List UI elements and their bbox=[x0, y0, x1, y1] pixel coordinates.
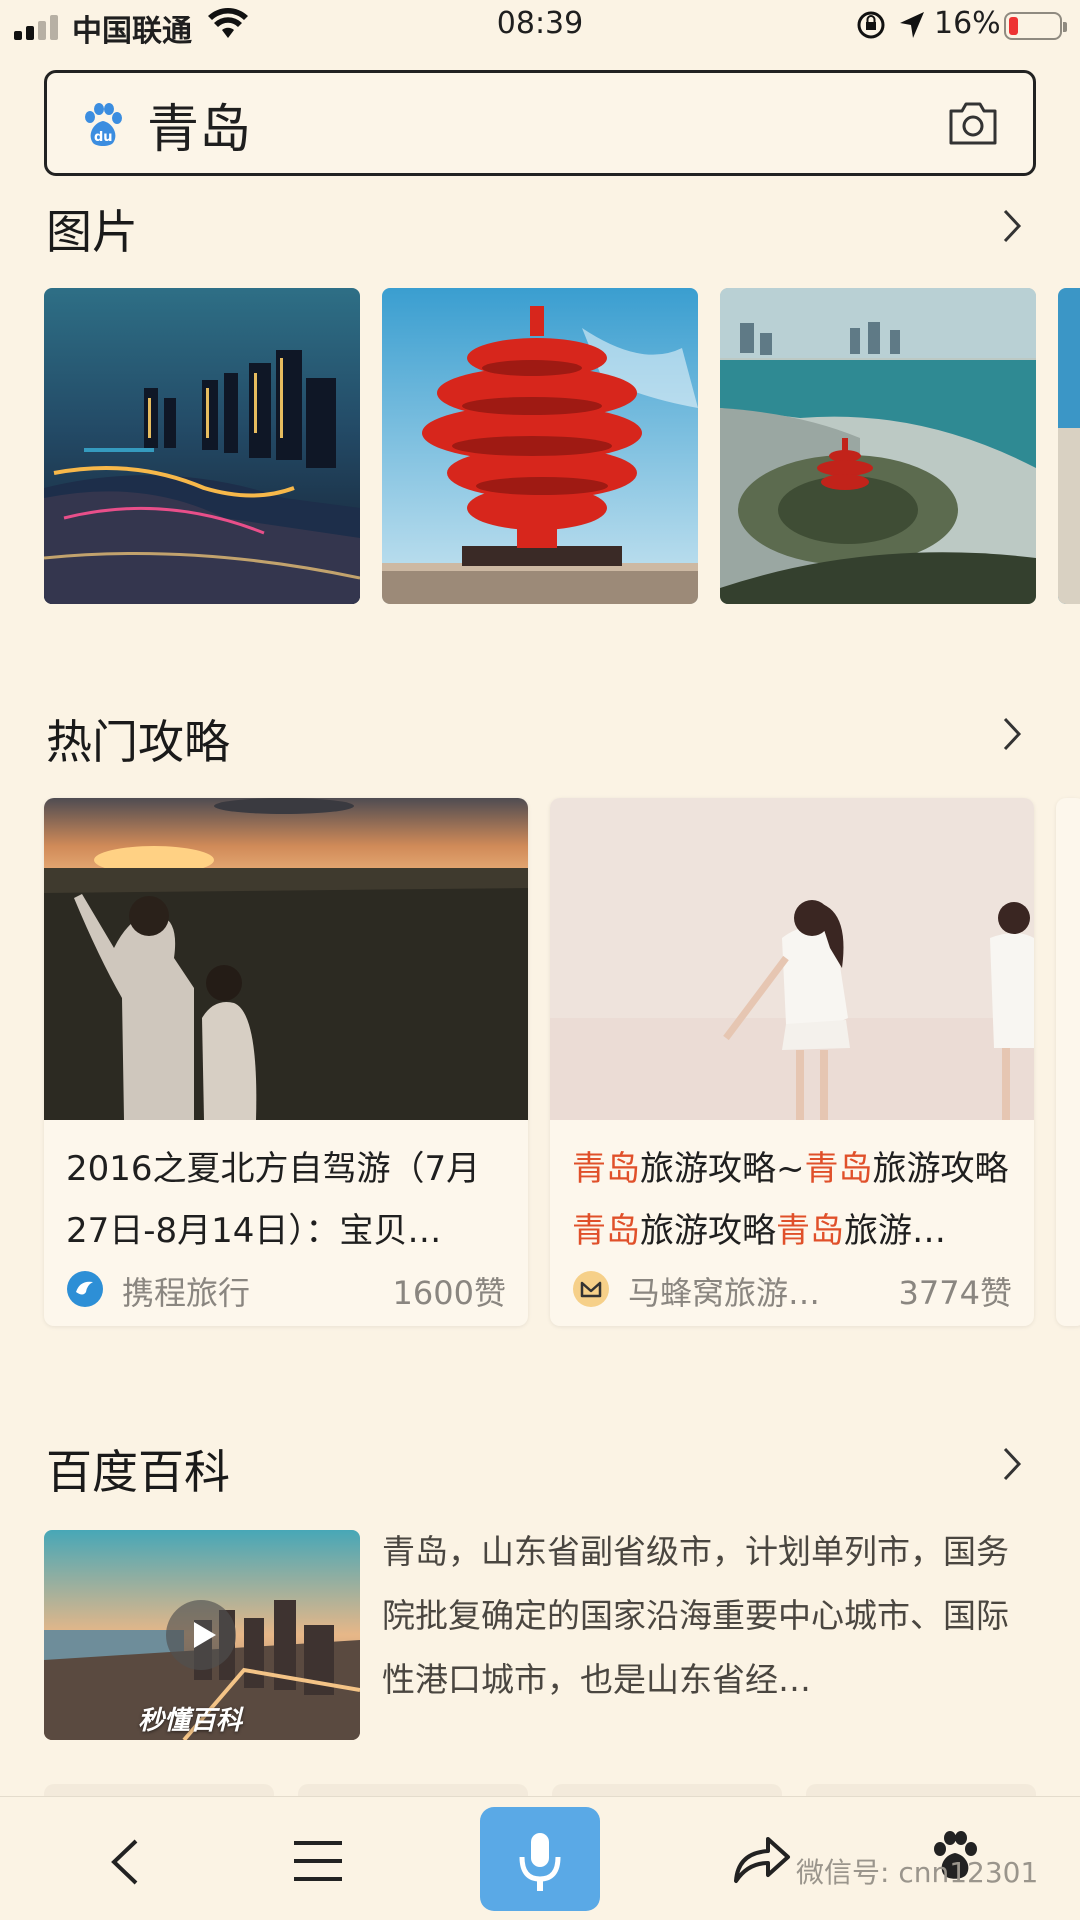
sunset-field-photo bbox=[44, 798, 528, 1120]
search-input[interactable] bbox=[147, 89, 927, 159]
keyword-highlight: 青岛 bbox=[572, 1211, 640, 1251]
guides-section-title: 热门攻略 bbox=[46, 715, 230, 769]
mafengwo-icon bbox=[573, 1271, 609, 1307]
voice-search-button[interactable] bbox=[480, 1807, 600, 1911]
guide-card-source: 马蜂窝旅游… 3774赞 bbox=[572, 1268, 1012, 1312]
rotation-lock-icon bbox=[857, 11, 885, 39]
wechat-watermark: 微信号: cnn12301 bbox=[796, 1856, 1039, 1889]
baike-video-thumbnail[interactable]: 秒懂百科 bbox=[44, 1530, 360, 1740]
image-thumbnail-coastal-aerial[interactable] bbox=[720, 288, 1036, 604]
guide-card-source-name: 携程旅行 bbox=[122, 1274, 251, 1312]
image-thumbnail-night-skyline[interactable] bbox=[44, 288, 360, 604]
back-arrow-icon[interactable] bbox=[108, 1837, 142, 1887]
baidu-paw-icon: du bbox=[85, 103, 122, 146]
title-text: 旅游… bbox=[844, 1211, 946, 1251]
battery-icon bbox=[1004, 12, 1067, 40]
status-bar: 中国联通 08:39 16% bbox=[0, 0, 1080, 52]
guide-card-partial[interactable] bbox=[1056, 798, 1080, 1326]
red-sculpture-photo bbox=[382, 288, 698, 604]
baike-more-chevron-icon[interactable] bbox=[1000, 1444, 1024, 1484]
microphone-icon bbox=[519, 1833, 561, 1891]
guide-card-source: 携程旅行 1600赞 bbox=[66, 1268, 506, 1312]
partial-photo bbox=[1058, 288, 1080, 604]
video-logo: 秒懂百科 bbox=[138, 1706, 243, 1736]
location-arrow-icon bbox=[900, 12, 924, 38]
title-text: 2016之夏北方自驾游（7月27日-8月14日）：宝贝… bbox=[66, 1149, 481, 1251]
guide-card-title: 2016之夏北方自驾游（7月27日-8月14日）：宝贝… bbox=[66, 1138, 506, 1262]
play-icon bbox=[194, 1622, 216, 1648]
title-text: 旅游攻略 bbox=[872, 1149, 1009, 1189]
guide-card-2[interactable]: 青岛旅游攻略~青岛旅游攻略青岛旅游攻略青岛旅游… 马蜂窝旅游… 3774赞 bbox=[550, 798, 1034, 1326]
menu-icon[interactable] bbox=[294, 1839, 342, 1883]
play-button[interactable] bbox=[166, 1600, 236, 1670]
keyword-highlight: 青岛 bbox=[804, 1149, 873, 1189]
guide-card-likes: 3774赞 bbox=[898, 1274, 1012, 1312]
share-icon[interactable] bbox=[732, 1831, 792, 1885]
guide-card-1[interactable]: 2016之夏北方自驾游（7月27日-8月14日）：宝贝… 携程旅行 1600赞 bbox=[44, 798, 528, 1326]
image-thumbnail-partial[interactable] bbox=[1058, 288, 1080, 604]
baike-summary[interactable]: 青岛，山东省副省级市，计划单列市，国务院批复确定的国家沿海重要中心城市、国际性港… bbox=[382, 1520, 1012, 1712]
image-thumbnail-may-fourth-sculpture[interactable] bbox=[382, 288, 698, 604]
bottom-toolbar: 微信号: cnn12301 bbox=[0, 1796, 1080, 1920]
search-bar[interactable]: du bbox=[44, 70, 1036, 176]
guide-card-source-name: 马蜂窝旅游… bbox=[628, 1274, 821, 1312]
white-dress-photo bbox=[550, 798, 1034, 1120]
keyword-highlight: 青岛 bbox=[572, 1149, 640, 1189]
images-more-chevron-icon[interactable] bbox=[1000, 206, 1024, 246]
title-text: 旅游攻略~ bbox=[640, 1149, 805, 1189]
title-text: 旅游攻略 bbox=[640, 1211, 776, 1251]
night-city-photo bbox=[44, 288, 360, 604]
images-section-title: 图片 bbox=[46, 205, 138, 259]
battery-percent: 16% bbox=[934, 6, 1001, 41]
guides-more-chevron-icon[interactable] bbox=[1000, 714, 1024, 754]
guide-card-title: 青岛旅游攻略~青岛旅游攻略青岛旅游攻略青岛旅游… bbox=[572, 1138, 1012, 1262]
svg-text:du: du bbox=[94, 130, 113, 145]
coastal-aerial-photo bbox=[720, 288, 1036, 604]
guide-card-likes: 1600赞 bbox=[392, 1274, 506, 1312]
keyword-highlight: 青岛 bbox=[776, 1211, 844, 1251]
camera-icon[interactable] bbox=[947, 99, 999, 147]
baike-section-title: 百度百科 bbox=[46, 1445, 230, 1499]
ctrip-icon bbox=[67, 1271, 103, 1307]
